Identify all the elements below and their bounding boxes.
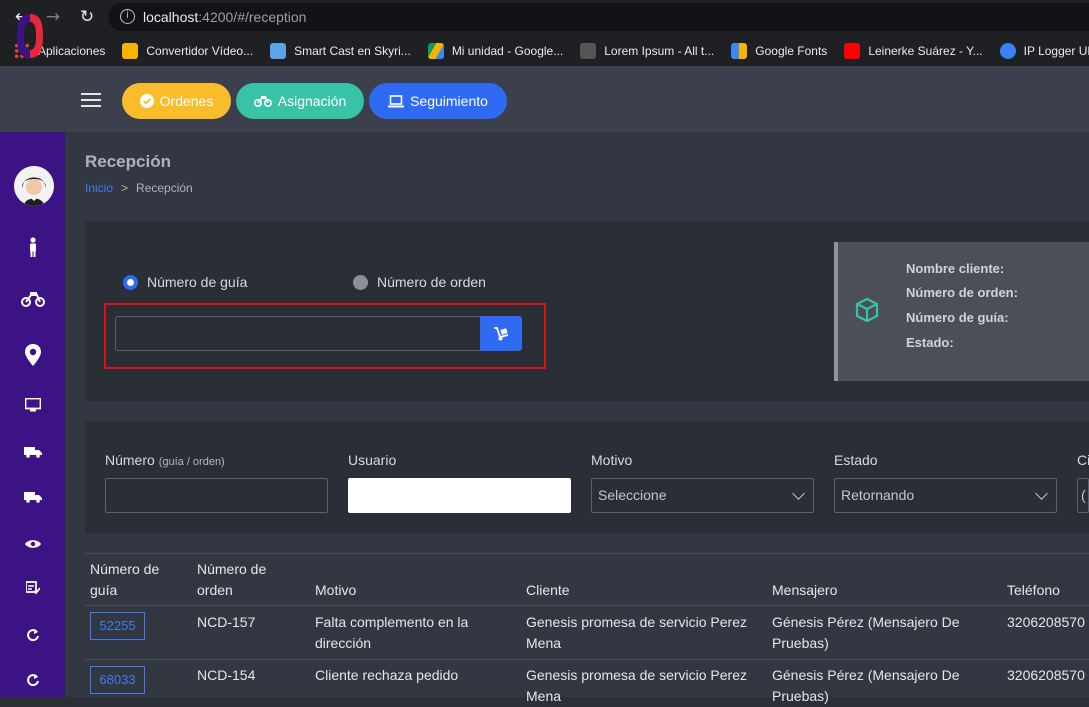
th-telefono[interactable]: Teléfono	[1007, 580, 1060, 601]
motivo-cell: Falta complemento en la dirección	[315, 614, 469, 651]
row-divider	[85, 659, 1089, 660]
bookmarks-bar: Aplicaciones Convertidor Vídeo... Smart …	[0, 35, 1089, 66]
motorcycle-icon	[253, 96, 272, 107]
user-icon[interactable]	[20, 237, 46, 259]
monitor-icon[interactable]	[20, 396, 46, 418]
estado-select[interactable]: Retornando	[834, 478, 1057, 513]
radio-unselected-icon[interactable]	[353, 274, 368, 290]
header-divider	[85, 605, 1089, 606]
radio-order-label: Número de orden	[377, 274, 486, 290]
avatar[interactable]	[14, 166, 54, 206]
menu-toggle-icon[interactable]	[81, 93, 101, 111]
mensajero-cell: Génesis Pérez (Mensajero De Pruebas)	[772, 614, 960, 651]
address-bar[interactable]: i localhost:4200/#/reception	[108, 3, 1089, 31]
breadcrumb-separator-icon: >	[121, 181, 129, 195]
box-icon	[855, 297, 879, 323]
order-info-card: Nombre cliente: Número de orden: Número …	[834, 242, 1089, 381]
estado-filter-label: Estado	[834, 452, 878, 468]
map-marker-icon[interactable]	[20, 344, 46, 366]
laptop-icon	[388, 94, 405, 107]
th-numero-orden[interactable]: Número de orden	[197, 559, 266, 601]
bookmark-item[interactable]: Mi unidad - Google...	[427, 42, 563, 59]
order-number-cell: NCD-154	[197, 667, 256, 683]
truck-icon[interactable]	[20, 442, 46, 464]
filters-panel	[85, 421, 1089, 533]
list-check-icon[interactable]	[20, 579, 46, 601]
reload-icon[interactable]: ↻	[76, 6, 98, 28]
bookmark-item[interactable]: Convertidor Vídeo...	[122, 42, 253, 59]
radio-guide-option[interactable]: Número de guía	[123, 274, 247, 290]
numero-filter-label: Número (guía / orden)	[105, 452, 225, 468]
url-text[interactable]: localhost:4200/#/reception	[143, 9, 306, 25]
browser-toolbar: ← → ↻ i localhost:4200/#/reception	[0, 0, 1089, 35]
check-circle-icon	[139, 94, 154, 108]
radio-order-option[interactable]: Número de orden	[353, 274, 486, 290]
shipping-truck-icon[interactable]	[20, 487, 46, 509]
guide-number-label: Número de guía:	[906, 310, 1009, 325]
motivo-cell: Cliente rechaza pedido	[315, 667, 459, 683]
order-number-label: Número de orden:	[906, 285, 1018, 300]
bookmark-item[interactable]: Lorem Ipsum - All t...	[580, 42, 714, 59]
motivo-filter-label: Motivo	[591, 452, 633, 468]
bookmark-item[interactable]: Google Fonts	[731, 42, 827, 59]
page-title: Recepción	[85, 152, 171, 171]
th-numero-guia[interactable]: Número de guía	[90, 559, 159, 601]
bookmark-favicon-icon	[122, 42, 139, 59]
bookmark-item[interactable]: IP Logger URL S	[999, 42, 1089, 59]
guide-search-input[interactable]	[115, 316, 481, 351]
asignacion-button[interactable]: Asignación	[236, 83, 364, 119]
bookmark-item[interactable]: Leinerke Suárez - Y...	[844, 42, 983, 59]
next-filter-input[interactable]: (	[1077, 478, 1089, 513]
google-drive-icon	[427, 42, 444, 59]
ordenes-button[interactable]: Ordenes	[122, 83, 231, 119]
bookmark-favicon-icon	[580, 42, 597, 59]
ip-logger-icon	[999, 42, 1016, 59]
motorcycle-icon[interactable]	[20, 291, 46, 313]
breadcrumb-current: Recepción	[136, 181, 193, 195]
usuario-filter-input[interactable]	[348, 478, 571, 513]
th-mensajero[interactable]: Mensajero	[772, 580, 837, 601]
seguimiento-label: Seguimiento	[410, 93, 488, 109]
sidebar	[0, 132, 65, 697]
app-logo	[17, 14, 43, 58]
numero-filter-input[interactable]	[105, 478, 328, 513]
table-top-divider	[85, 553, 1089, 554]
cliente-cell: Genesis promesa de servicio Perez Mena	[526, 614, 747, 651]
mensajero-cell: Génesis Pérez (Mensajero De Pruebas)	[772, 667, 960, 704]
search-dolly-button[interactable]	[480, 316, 522, 351]
telefono-cell: 3206208570	[1007, 667, 1085, 683]
breadcrumb-home-link[interactable]: Inicio	[85, 181, 113, 195]
client-name-label: Nombre cliente:	[906, 261, 1005, 276]
telefono-cell: 3206208570	[1007, 614, 1085, 630]
guide-number-link[interactable]: 68033	[90, 666, 145, 694]
dolly-icon	[494, 327, 509, 341]
th-motivo[interactable]: Motivo	[315, 580, 356, 601]
radio-guide-label: Número de guía	[147, 274, 248, 290]
guide-number-link[interactable]: 52255	[90, 612, 145, 640]
breadcrumb: Inicio > Recepción	[85, 181, 193, 195]
motivo-select[interactable]: Seleccione	[591, 478, 814, 513]
radio-selected-icon[interactable]	[123, 274, 138, 290]
refresh-icon[interactable]	[20, 671, 46, 693]
th-cliente[interactable]: Cliente	[526, 580, 570, 601]
bookmark-item[interactable]: Smart Cast en Skyri...	[270, 42, 411, 59]
order-number-cell: NCD-157	[197, 614, 256, 630]
youtube-icon	[844, 42, 861, 59]
ordenes-label: Ordenes	[159, 93, 214, 109]
asignacion-label: Asignación	[277, 93, 347, 109]
info-icon[interactable]: i	[120, 9, 135, 24]
google-fonts-icon	[731, 42, 748, 59]
eye-icon[interactable]	[20, 533, 46, 555]
sync-icon[interactable]	[20, 626, 46, 648]
next-filter-label: Ci	[1077, 452, 1089, 468]
state-label: Estado:	[906, 335, 954, 350]
usuario-filter-label: Usuario	[348, 452, 397, 468]
bookmark-favicon-icon	[270, 42, 287, 59]
seguimiento-button[interactable]: Seguimiento	[369, 83, 507, 119]
cliente-cell: Genesis promesa de servicio Perez Mena	[526, 667, 747, 704]
